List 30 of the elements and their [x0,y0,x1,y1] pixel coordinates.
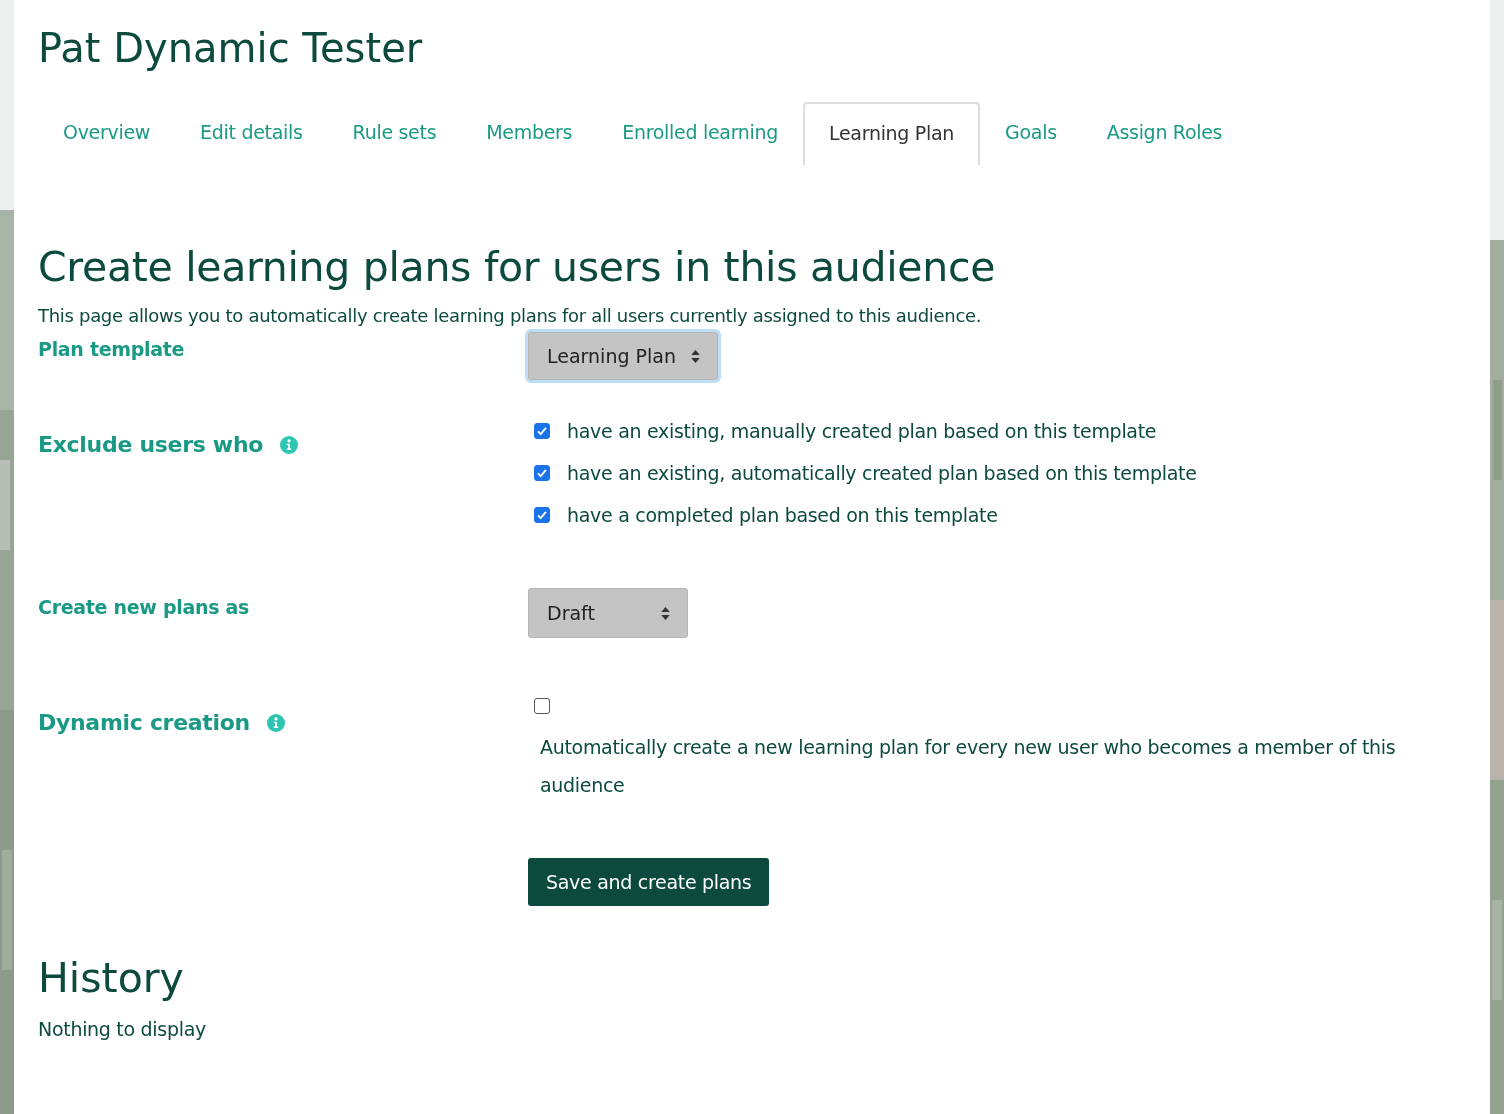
checkbox-label: have a completed plan based on this template [567,504,998,526]
tab[interactable]: Rule sets [327,102,462,165]
field-label: Dynamic creation [38,710,250,735]
checkbox-label: have an existing, automatically created plan based on this template [567,462,1197,484]
description: This page allows you to automatically create learning plans for all users currently assigned to this audience. [38,305,983,326]
section-heading: Create learning plans for users in this audience [38,242,997,293]
checkbox[interactable] [534,423,550,439]
checkbox[interactable] [534,465,550,481]
checkbox-label: have an existing, manually created plan based on this template [567,420,1157,442]
field-label: Create new plans as [38,596,249,618]
checkbox[interactable] [534,507,550,523]
checkbox-description: Automatically create a new learning plan for every new user who becomes a member of this audience [539,735,1397,798]
sort-icon [689,348,701,364]
checkbox[interactable] [534,698,550,714]
field-label: Plan template [38,338,185,360]
status-select[interactable]: Draft [528,588,688,638]
save-button[interactable]: Save and create plans [528,858,770,906]
tab[interactable]: Members [461,102,598,165]
tab[interactable]: Learning Plan [803,102,981,165]
tab[interactable]: Edit details [175,102,328,165]
tab[interactable]: Assign Roles [1081,102,1248,165]
template-select[interactable]: Learning Plan [528,332,718,380]
field-label: Exclude users who [38,432,264,457]
sort-icon [660,605,671,621]
tab[interactable]: Goals [980,102,1082,165]
page-title: Pat Dynamic Tester [38,24,424,73]
empty-message: Nothing to display [38,1018,207,1040]
tab[interactable]: Overview [38,102,176,165]
section-heading: History [38,953,185,1004]
tab[interactable]: Enrolled learning [597,102,804,165]
